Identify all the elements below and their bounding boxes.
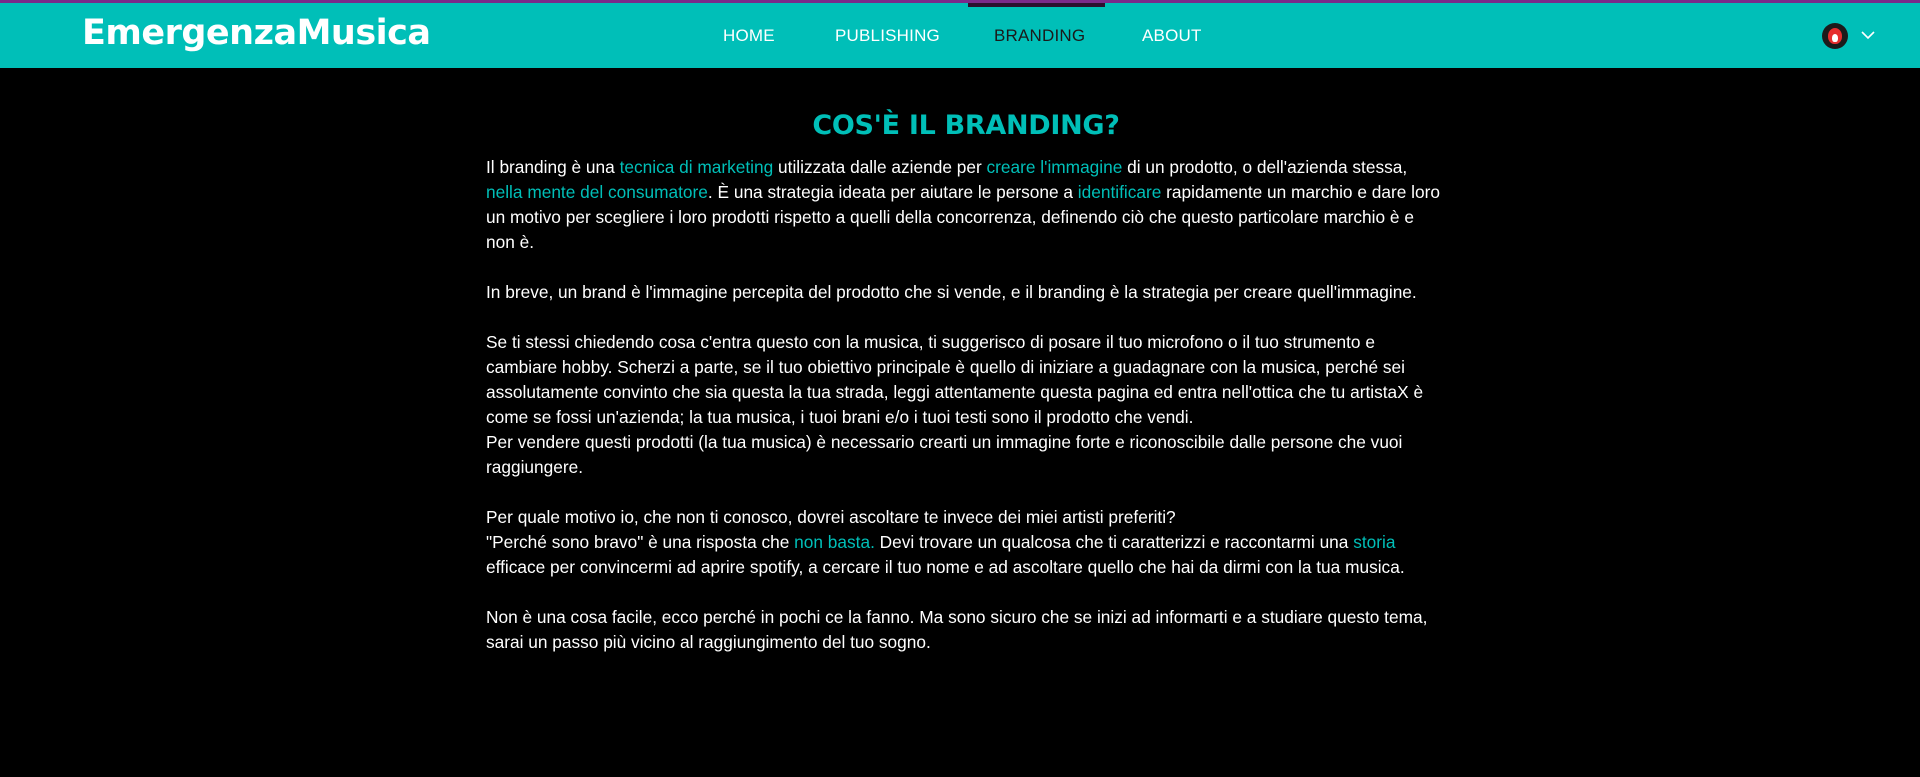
avatar-icon [1828, 28, 1842, 44]
paragraph-conclusion: Non è una cosa facile, ecco perché in po… [486, 607, 1428, 652]
site-header: EmergenzaMusica HOME PUBLISHING BRANDING… [0, 0, 1920, 68]
chevron-down-icon [1861, 31, 1875, 40]
main-content: COS'È IL BRANDING? Il branding è una tec… [486, 110, 1446, 680]
text: . È una strategia ideata per aiutare le … [707, 182, 1078, 202]
highlight-identify: identificare [1077, 182, 1162, 202]
highlight-marketing-technique: tecnica di marketing [619, 157, 774, 177]
text: efficace per convincermi ad aprire spoti… [486, 557, 1405, 577]
text: Il branding è una [486, 157, 620, 177]
nav-item-publishing[interactable]: PUBLISHING [835, 26, 940, 46]
text: Per quale motivo io, che non ti conosco,… [486, 507, 1176, 527]
text: Devi trovare un qualcosa che ti caratter… [874, 532, 1354, 552]
main-nav: HOME PUBLISHING BRANDING ABOUT [0, 3, 1920, 68]
highlight-create-image: creare l'immagine [986, 157, 1123, 177]
user-avatar[interactable] [1822, 23, 1848, 49]
page-title: COS'È IL BRANDING? [812, 110, 1120, 141]
highlight-consumer-mind: nella mente del consumatore [486, 182, 708, 202]
nav-item-branding[interactable]: BRANDING [994, 26, 1085, 46]
text: Se ti stessi chiedendo cosa c'entra ques… [486, 332, 1424, 427]
highlight-not-enough: non basta. [794, 532, 875, 552]
paragraph-music-context: Se ti stessi chiedendo cosa c'entra ques… [486, 330, 1446, 480]
paragraph-why-listen: Per quale motivo io, che non ti conosco,… [486, 505, 1446, 580]
paragraph-summary: In breve, un brand è l'immagine percepit… [486, 282, 1417, 302]
text: Per vendere questi prodotti (la tua musi… [486, 432, 1403, 477]
nav-active-indicator [968, 3, 1105, 7]
text: utilizzata dalle aziende per [773, 157, 987, 177]
highlight-story: storia [1353, 532, 1396, 552]
account-menu-toggle[interactable] [1858, 25, 1878, 45]
paragraph-definition: Il branding è una tecnica di marketing u… [486, 155, 1446, 255]
text: "Perché sono bravo" è una risposta che [486, 532, 795, 552]
text: di un prodotto, o dell'azienda stessa, [1122, 157, 1408, 177]
nav-item-home[interactable]: HOME [723, 26, 775, 46]
nav-item-about[interactable]: ABOUT [1142, 26, 1202, 46]
